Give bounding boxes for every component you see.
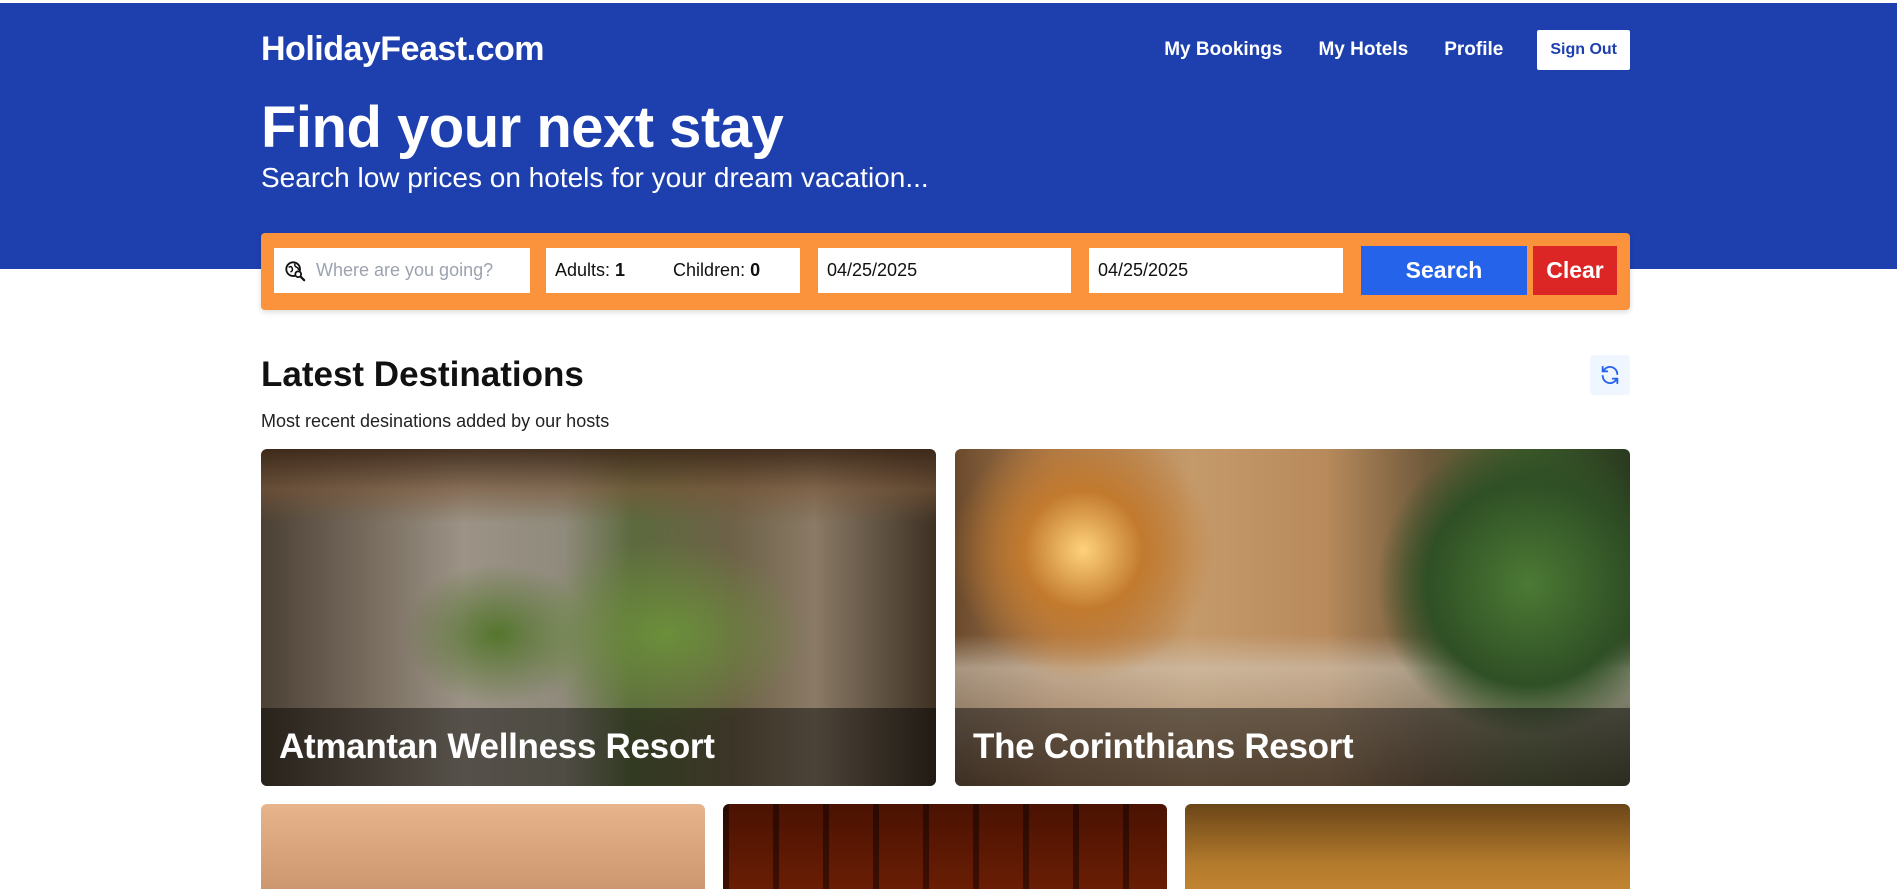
top-nav: My Bookings My Hotels Profile Sign Out: [1128, 30, 1630, 70]
children-value: 0: [750, 260, 761, 280]
destination-card-corinthians[interactable]: The Corinthians Resort: [955, 449, 1630, 786]
destination-field[interactable]: [274, 248, 530, 293]
hero-subtitle: Search low prices on hotels for your dre…: [261, 162, 929, 193]
children-stepper[interactable]: Children: 0: [673, 260, 760, 281]
site-logo[interactable]: HolidayFeast.com: [261, 30, 544, 69]
latest-destinations-subtitle: Most recent desinations added by our hos…: [261, 411, 610, 431]
clear-button[interactable]: Clear: [1533, 246, 1617, 295]
adults-label: Adults:: [555, 260, 611, 280]
search-bar: Adults: 1 Children: 0 04/25/2025 04/25/2…: [261, 233, 1630, 310]
destination-card-image[interactable]: [261, 804, 705, 889]
globe-search-icon: [285, 260, 306, 281]
latest-destinations-title: Latest Destinations: [261, 355, 584, 394]
destination-card-image[interactable]: [1185, 804, 1630, 889]
adults-stepper[interactable]: Adults: 1: [555, 260, 625, 281]
check-in-date-field[interactable]: 04/25/2025: [818, 248, 1071, 293]
nav-profile[interactable]: Profile: [1444, 39, 1503, 61]
destination-card-atmantan[interactable]: Atmantan Wellness Resort: [261, 449, 936, 786]
refresh-icon: [1601, 365, 1619, 385]
destination-card-title: Atmantan Wellness Resort: [261, 708, 936, 786]
nav-my-bookings[interactable]: My Bookings: [1164, 39, 1282, 61]
destination-input[interactable]: [316, 260, 516, 281]
destination-card-title: The Corinthians Resort: [955, 708, 1630, 786]
hero-title: Find your next stay: [261, 95, 784, 160]
refresh-button[interactable]: [1590, 355, 1630, 395]
children-label: Children:: [673, 260, 746, 280]
sign-out-button[interactable]: Sign Out: [1537, 30, 1630, 70]
nav-my-hotels[interactable]: My Hotels: [1318, 39, 1408, 61]
destination-card-image[interactable]: [723, 804, 1167, 889]
check-out-date-field[interactable]: 04/25/2025: [1089, 248, 1343, 293]
guests-field: Adults: 1 Children: 0: [546, 248, 800, 293]
adults-value: 1: [615, 260, 626, 280]
search-button[interactable]: Search: [1361, 246, 1527, 295]
